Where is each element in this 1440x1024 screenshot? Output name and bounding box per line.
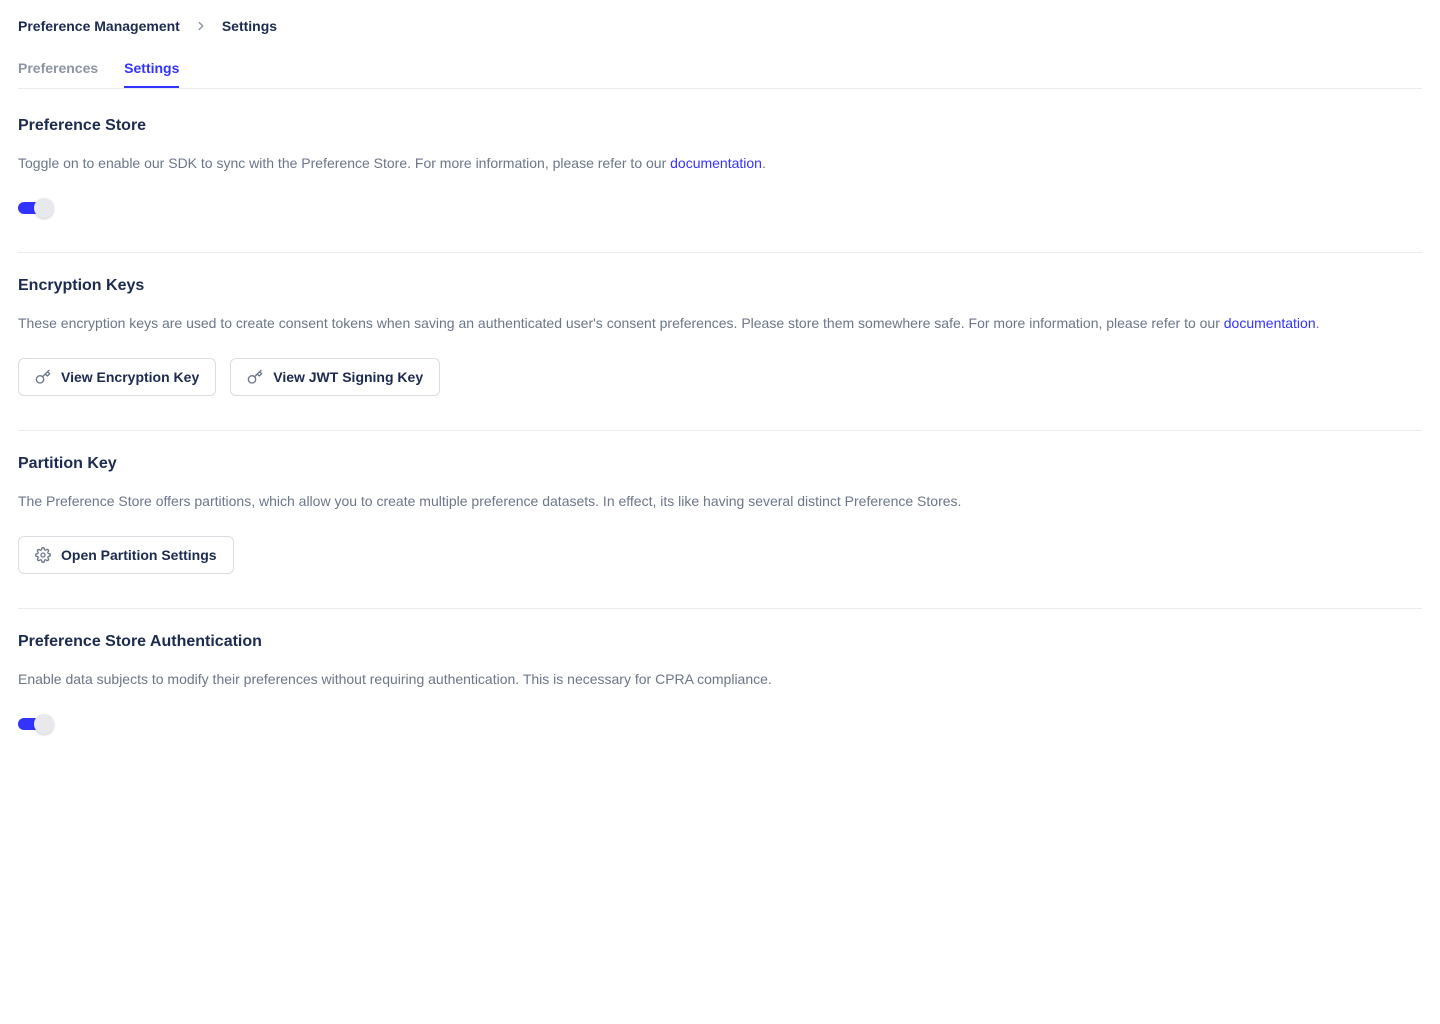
button-row: Open Partition Settings <box>18 536 1422 574</box>
gear-icon <box>35 547 51 563</box>
section-description: The Preference Store offers partitions, … <box>18 491 1422 512</box>
section-partition-key: Partition Key The Preference Store offer… <box>18 455 1422 609</box>
desc-text-after: . <box>1316 315 1320 331</box>
chevron-right-icon <box>194 19 208 33</box>
section-description: Toggle on to enable our SDK to sync with… <box>18 153 1422 174</box>
button-row: View Encryption Key View JWT Signing Key <box>18 358 1422 396</box>
desc-text: These encryption keys are used to create… <box>18 315 1224 331</box>
view-jwt-signing-key-button[interactable]: View JWT Signing Key <box>230 358 440 396</box>
tabs: Preferences Settings <box>18 52 1422 89</box>
breadcrumb-root[interactable]: Preference Management <box>18 18 180 34</box>
breadcrumb-current: Settings <box>222 18 277 34</box>
desc-text-after: . <box>762 155 766 171</box>
breadcrumb: Preference Management Settings <box>18 18 1422 34</box>
tab-settings[interactable]: Settings <box>124 52 179 88</box>
button-label: View JWT Signing Key <box>273 369 423 385</box>
documentation-link[interactable]: documentation <box>1224 315 1316 331</box>
section-title: Preference Store <box>18 117 1422 135</box>
section-description: These encryption keys are used to create… <box>18 313 1422 334</box>
key-icon <box>35 369 51 385</box>
section-encryption-keys: Encryption Keys These encryption keys ar… <box>18 277 1422 431</box>
auth-toggle[interactable] <box>18 714 54 734</box>
button-label: View Encryption Key <box>61 369 199 385</box>
section-title: Preference Store Authentication <box>18 633 1422 651</box>
desc-text: Toggle on to enable our SDK to sync with… <box>18 155 670 171</box>
section-preference-store-auth: Preference Store Authentication Enable d… <box>18 633 1422 768</box>
button-label: Open Partition Settings <box>61 547 217 563</box>
open-partition-settings-button[interactable]: Open Partition Settings <box>18 536 234 574</box>
toggle-thumb <box>34 714 54 734</box>
section-title: Partition Key <box>18 455 1422 473</box>
section-preference-store: Preference Store Toggle on to enable our… <box>18 117 1422 253</box>
section-title: Encryption Keys <box>18 277 1422 295</box>
tab-preferences[interactable]: Preferences <box>18 52 98 88</box>
toggle-thumb <box>34 198 54 218</box>
documentation-link[interactable]: documentation <box>670 155 762 171</box>
section-description: Enable data subjects to modify their pre… <box>18 669 1422 690</box>
view-encryption-key-button[interactable]: View Encryption Key <box>18 358 216 396</box>
preference-store-toggle[interactable] <box>18 198 54 218</box>
key-icon <box>247 369 263 385</box>
